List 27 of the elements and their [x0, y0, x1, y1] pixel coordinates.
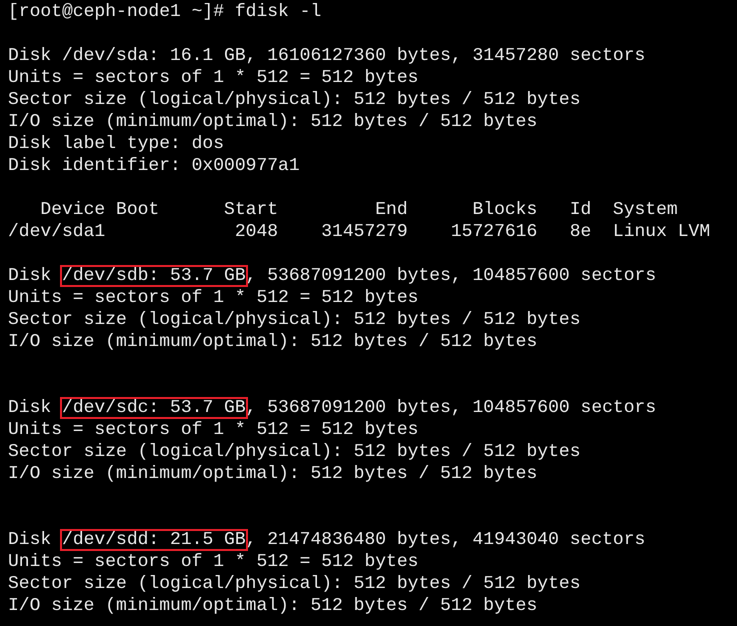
- terminal-text: Disk: [7, 529, 52, 551]
- terminal-text: Device Boot Start End Blocks Id System: [39, 199, 679, 221]
- terminal-text: Disk: [7, 265, 52, 287]
- terminal-text: I/O size (minimum/optimal): 512 bytes / 512 bytes: [7, 331, 538, 353]
- terminal-text: Units = sectors of 1 * 512 = 512 bytes: [7, 419, 420, 441]
- terminal-text: I/O size (minimum/optimal): 512 bytes / 512 bytes: [7, 595, 538, 617]
- terminal-text: Units = sectors of 1 * 512 = 512 bytes: [7, 551, 420, 573]
- terminal-text: Disk /dev/sda: 16.1 GB, 16106127360 bytes, 31457280 sectors: [7, 45, 646, 67]
- terminal-text: Sector size (logical/physical): 512 bytes / 512 bytes: [7, 89, 582, 111]
- terminal-text: , 53687091200 bytes, 104857600 sectors: [245, 397, 658, 419]
- boxed-text: /dev/sdc: 53.7 GB: [60, 397, 248, 419]
- terminal-text: I/O size (minimum/optimal): 512 bytes / 512 bytes: [7, 111, 538, 133]
- terminal-text: [root@ceph-node1 ~]# fdisk -l: [7, 1, 322, 23]
- terminal-text: I/O size (minimum/optimal): 512 bytes / 512 bytes: [7, 463, 538, 485]
- terminal-text: Units = sectors of 1 * 512 = 512 bytes: [7, 67, 420, 89]
- terminal-text: Units = sectors of 1 * 512 = 512 bytes: [7, 287, 420, 309]
- terminal-text: Disk identifier: 0x000977a1: [7, 155, 301, 177]
- terminal-text: , 21474836480 bytes, 41943040 sectors: [245, 529, 646, 551]
- terminal-text: Sector size (logical/physical): 512 bytes / 512 bytes: [7, 573, 582, 595]
- terminal-text: Disk: [7, 397, 52, 419]
- boxed-text: /dev/sdb: 53.7 GB: [60, 265, 248, 287]
- boxed-text: /dev/sdd: 21.5 GB: [60, 529, 248, 551]
- terminal-text: , 53687091200 bytes, 104857600 sectors: [245, 265, 658, 287]
- terminal-text: /dev/sda1 2048 31457279 15727616 8e Linux LVM: [7, 221, 712, 243]
- terminal-text: Sector size (logical/physical): 512 bytes / 512 bytes: [7, 309, 582, 331]
- terminal-text: Sector size (logical/physical): 512 bytes / 512 bytes: [7, 441, 582, 463]
- terminal-text: Disk label type: dos: [7, 133, 226, 155]
